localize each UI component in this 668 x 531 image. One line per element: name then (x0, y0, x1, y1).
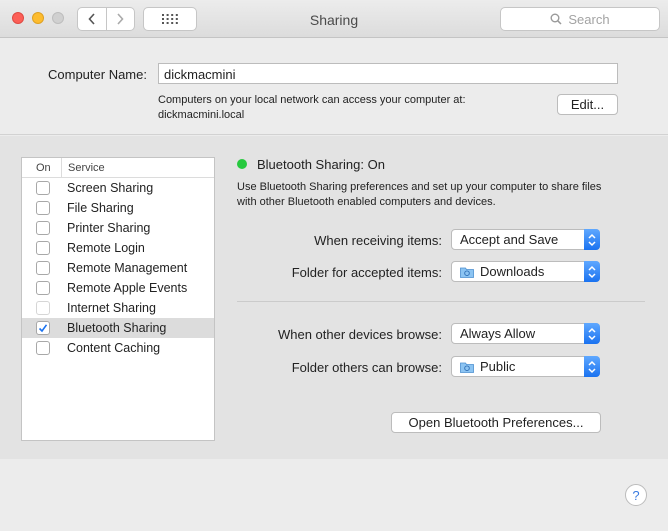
folder-accepted-value: Downloads (480, 264, 545, 279)
service-checkbox[interactable] (36, 221, 50, 235)
service-checkbox[interactable] (36, 281, 50, 295)
title-bar: Sharing Search (0, 0, 668, 38)
service-label: Printer Sharing (67, 221, 151, 235)
folder-browse-value: Public (480, 359, 516, 374)
folder-accepted-popup[interactable]: Downloads (451, 261, 600, 282)
description-line-2: with other Bluetooth enabled computers a… (237, 196, 496, 208)
service-checkbox[interactable] (36, 301, 50, 315)
service-label: Remote Management (67, 261, 188, 275)
service-row[interactable]: File Sharing (22, 198, 214, 218)
service-label: Remote Login (67, 241, 145, 255)
service-row[interactable]: Remote Management (22, 258, 214, 278)
service-checkbox[interactable] (36, 241, 50, 255)
search-icon (550, 13, 562, 25)
browse-value: Always Allow (460, 326, 536, 341)
service-row[interactable]: Printer Sharing (22, 218, 214, 238)
column-header-on[interactable]: On (22, 158, 62, 177)
description-line-1: Use Bluetooth Sharing preferences and se… (237, 181, 602, 193)
search-field[interactable]: Search (500, 7, 660, 31)
popup-arrows-icon (584, 323, 600, 344)
service-row[interactable]: Bluetooth Sharing (22, 318, 214, 338)
service-label: Screen Sharing (67, 181, 154, 195)
service-label: Content Caching (67, 341, 161, 355)
service-row[interactable]: Internet Sharing (22, 298, 214, 318)
service-label: File Sharing (67, 201, 134, 215)
folder-browse-label: Folder others can browse: (291, 360, 442, 375)
receiving-label: When receiving items: (314, 233, 442, 248)
popup-arrows-icon (584, 261, 600, 282)
help-line-1: Computers on your local network can acce… (158, 94, 466, 106)
search-placeholder: Search (568, 11, 610, 27)
column-header-service[interactable]: Service (62, 158, 105, 177)
computer-name-section: Computer Name: dickmacmini Computers on … (0, 39, 668, 135)
help-button[interactable]: ? (625, 484, 647, 506)
local-hostname: dickmacmini.local (158, 109, 245, 121)
status-text: Bluetooth Sharing: On (257, 157, 385, 172)
service-row[interactable]: Content Caching (22, 338, 214, 358)
computer-name-label: Computer Name: (48, 67, 147, 82)
edit-button[interactable]: Edit... (557, 94, 618, 115)
service-checkbox[interactable] (36, 321, 50, 335)
service-list-header: On Service (22, 158, 214, 178)
service-label: Bluetooth Sharing (67, 321, 167, 335)
receiving-value: Accept and Save (460, 232, 559, 247)
folder-browse-popup[interactable]: Public (451, 356, 600, 377)
open-bluetooth-preferences-button[interactable]: Open Bluetooth Preferences... (391, 412, 601, 433)
service-list: On Service Screen Sharing File Sharing Pri… (21, 157, 215, 441)
service-row[interactable]: Remote Apple Events (22, 278, 214, 298)
folder-icon (460, 267, 474, 278)
popup-arrows-icon (584, 229, 600, 250)
computer-name-help: Computers on your local network can acce… (158, 93, 466, 123)
service-checkbox[interactable] (36, 261, 50, 275)
status-indicator (237, 159, 247, 169)
service-label: Internet Sharing (67, 301, 156, 315)
receiving-popup[interactable]: Accept and Save (451, 229, 600, 250)
service-checkbox[interactable] (36, 201, 50, 215)
popup-arrows-icon (584, 356, 600, 377)
folder-icon (460, 362, 474, 373)
computer-name-input[interactable]: dickmacmini (158, 63, 618, 84)
checkmark-icon (38, 324, 48, 333)
section-divider (237, 301, 645, 302)
service-description: Use Bluetooth Sharing preferences and se… (237, 180, 647, 210)
service-label: Remote Apple Events (67, 281, 188, 295)
service-checkbox[interactable] (36, 181, 50, 195)
service-row[interactable]: Screen Sharing (22, 178, 214, 198)
service-checkbox[interactable] (36, 341, 50, 355)
service-row[interactable]: Remote Login (22, 238, 214, 258)
folder-accepted-label: Folder for accepted items: (291, 265, 442, 280)
footer (0, 459, 668, 531)
browse-label: When other devices browse: (277, 327, 442, 342)
browse-popup[interactable]: Always Allow (451, 323, 600, 344)
